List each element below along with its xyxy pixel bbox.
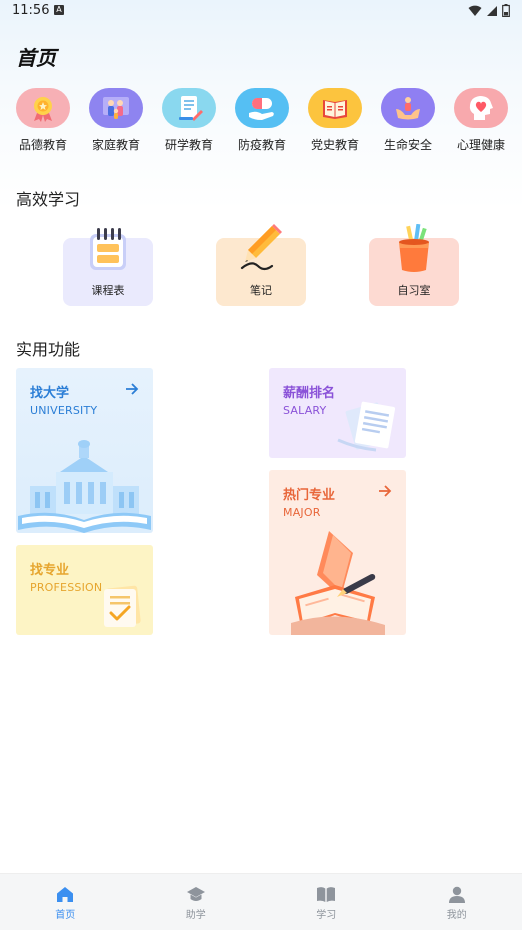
category-label: 研学教育 [165, 136, 213, 153]
nav-label: 学习 [316, 906, 336, 921]
notification-badge: A [54, 5, 64, 15]
home-icon [56, 886, 74, 903]
card-subtitle: MAJOR [283, 506, 321, 519]
card-subtitle: UNIVERSITY [30, 404, 97, 417]
category-study-tour-education[interactable]: 研学教育 [156, 88, 222, 153]
open-book-icon [316, 886, 336, 903]
pencil-cup-icon [391, 224, 437, 276]
battery-icon [502, 4, 510, 17]
find-profession-card[interactable]: 找专业 PROFESSION [16, 545, 153, 635]
section-title-study: 高效学习 [16, 186, 80, 210]
medal-icon [16, 88, 70, 128]
category-epidemic-education[interactable]: 防疫教育 [229, 88, 295, 153]
nav-home[interactable]: 首页 [0, 874, 131, 930]
study-room-tile[interactable]: 自习室 [369, 238, 459, 306]
category-label: 家庭教育 [92, 136, 140, 153]
documents-illustration [336, 400, 398, 452]
notes-tile[interactable]: 笔记 [216, 238, 306, 306]
nav-study[interactable]: 学习 [261, 874, 392, 930]
category-moral-education[interactable]: 品德教育 [10, 88, 76, 153]
bottom-nav: 首页 助学 学习 我的 [0, 873, 522, 930]
calendar-icon [85, 224, 131, 276]
tile-label: 自习室 [369, 282, 459, 298]
checklist-illustration [101, 583, 143, 629]
family-icon [89, 88, 143, 128]
user-icon [448, 886, 466, 903]
card-title: 找大学 [30, 382, 69, 401]
section-title-tools: 实用功能 [16, 336, 80, 360]
category-label: 心理健康 [457, 136, 505, 153]
nav-assist[interactable]: 助学 [131, 874, 262, 930]
category-label: 品德教育 [19, 136, 67, 153]
card-title: 热门专业 [283, 484, 335, 503]
card-subtitle: SALARY [283, 404, 326, 417]
category-row: 品德教育 家庭教育 研学教育 防疫教育 党史教育 生命安全 心理健康 [10, 88, 514, 153]
category-label: 防疫教育 [238, 136, 286, 153]
timetable-tile[interactable]: 课程表 [63, 238, 153, 306]
card-title: 薪酬排名 [283, 382, 335, 401]
wifi-icon [468, 5, 482, 17]
category-mental-health[interactable]: 心理健康 [448, 88, 514, 153]
status-icons [468, 4, 510, 17]
status-bar: 11:56 A [0, 0, 522, 24]
medicine-icon [235, 88, 289, 128]
arrow-right-icon [125, 380, 139, 399]
tile-label: 笔记 [216, 282, 306, 298]
arrow-right-icon [378, 482, 392, 501]
hot-major-card[interactable]: 热门专业 MAJOR [269, 470, 406, 635]
card-title: 找专业 [30, 559, 69, 578]
nav-label: 我的 [447, 906, 467, 921]
books-illustration [289, 527, 389, 635]
nav-label: 首页 [55, 906, 75, 921]
salary-ranking-card[interactable]: 薪酬排名 SALARY [269, 368, 406, 458]
graduation-cap-icon [186, 886, 206, 903]
nav-label: 助学 [186, 906, 206, 921]
safety-hands-icon [381, 88, 435, 128]
category-party-history-education[interactable]: 党史教育 [302, 88, 368, 153]
university-building-illustration [16, 438, 153, 533]
category-family-education[interactable]: 家庭教育 [83, 88, 149, 153]
book-icon [308, 88, 362, 128]
study-report-icon [162, 88, 216, 128]
signal-icon [486, 5, 498, 17]
category-label: 党史教育 [311, 136, 359, 153]
status-time: 11:56 [12, 3, 49, 18]
heart-mind-icon [454, 88, 508, 128]
nav-mine[interactable]: 我的 [392, 874, 522, 930]
tile-label: 课程表 [63, 282, 153, 298]
page-title: 首页 [16, 42, 56, 71]
card-subtitle: PROFESSION [30, 581, 102, 594]
find-university-card[interactable]: 找大学 UNIVERSITY [16, 368, 153, 533]
category-label: 生命安全 [384, 136, 432, 153]
pencil-icon [238, 224, 284, 276]
category-life-safety[interactable]: 生命安全 [375, 88, 441, 153]
